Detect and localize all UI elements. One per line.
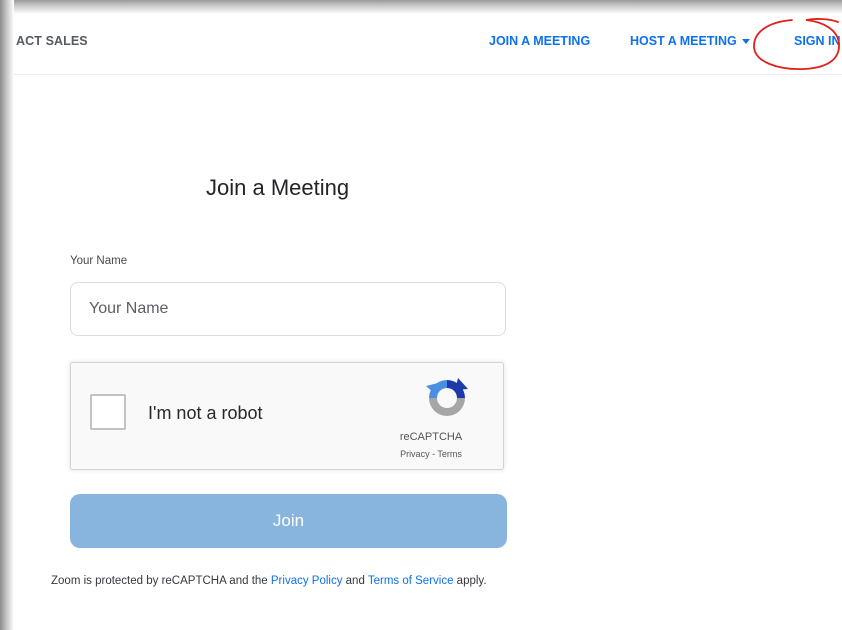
recaptcha-checkbox[interactable] xyxy=(90,394,126,430)
recaptcha-privacy-link[interactable]: Privacy xyxy=(400,449,430,459)
recaptcha-terms-link[interactable]: Terms xyxy=(437,449,462,459)
your-name-input[interactable] xyxy=(70,282,506,336)
footer-text-before: Zoom is protected by reCAPTCHA and the xyxy=(51,575,271,587)
join-button[interactable]: Join xyxy=(70,494,507,548)
recaptcha-footer-note: Zoom is protected by reCAPTCHA and the P… xyxy=(51,575,487,587)
top-navbar: ACT SALES JOIN A MEETING HOST A MEETING … xyxy=(14,14,842,75)
recaptcha-links: Privacy - Terms xyxy=(371,449,491,459)
window-shadow-top xyxy=(0,0,842,14)
recaptcha-logo-icon xyxy=(426,378,468,416)
footer-text-after: apply. xyxy=(453,575,487,587)
nav-sign-in-link[interactable]: SIGN IN xyxy=(794,34,841,48)
page-title: Join a Meeting xyxy=(206,175,350,200)
nav-brand[interactable]: ACT SALES xyxy=(16,34,88,48)
caret-down-icon xyxy=(741,39,750,45)
recaptcha-brand: reCAPTCHA xyxy=(399,431,463,443)
terms-of-service-link[interactable]: Terms of Service xyxy=(368,575,454,587)
nav-host-meeting-dropdown[interactable]: HOST A MEETING xyxy=(630,34,750,48)
footer-text-middle: and xyxy=(342,575,368,587)
privacy-policy-link[interactable]: Privacy Policy xyxy=(271,575,343,587)
your-name-label: Your Name xyxy=(70,255,128,267)
nav-host-meeting-label: HOST A MEETING xyxy=(630,34,737,48)
recaptcha-widget: I'm not a robot reCAPTCHA Privacy - Term… xyxy=(70,362,504,470)
nav-join-meeting-link[interactable]: JOIN A MEETING xyxy=(489,34,590,48)
browser-page: ACT SALES JOIN A MEETING HOST A MEETING … xyxy=(0,0,842,630)
recaptcha-checkbox-label: I'm not a robot xyxy=(148,403,263,423)
window-shadow-left xyxy=(0,0,14,630)
